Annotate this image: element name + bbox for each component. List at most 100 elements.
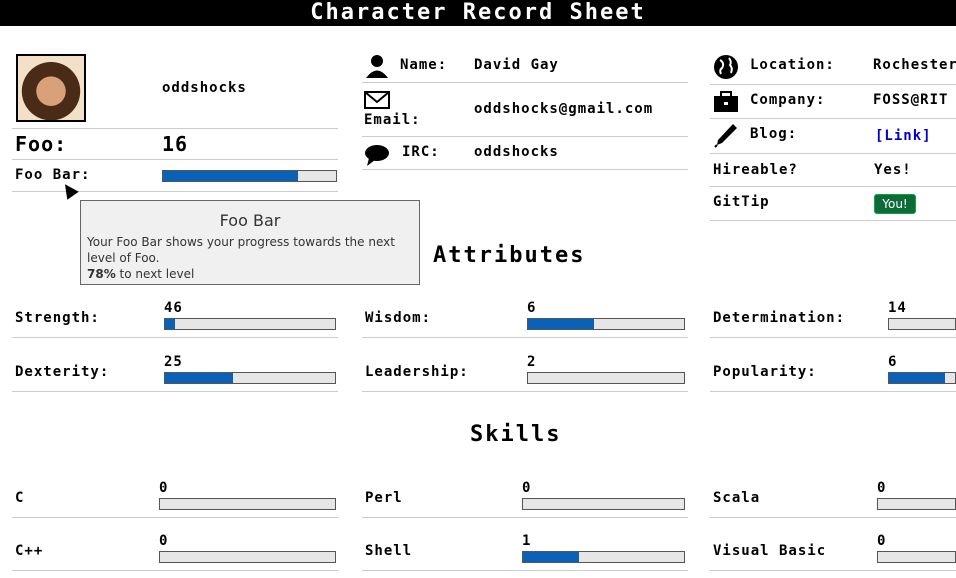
divider <box>362 169 688 170</box>
skills-heading: Skills <box>470 422 562 447</box>
divider <box>710 153 956 154</box>
divider <box>710 517 956 518</box>
divider <box>12 159 338 160</box>
skill-label: C <box>15 490 25 506</box>
divider <box>362 82 688 83</box>
attribute-progress-fill <box>528 319 594 329</box>
avatar[interactable] <box>16 54 86 122</box>
foobar-progress-bar[interactable] <box>162 170 337 182</box>
attribute-progress-bar[interactable] <box>527 318 685 330</box>
divider <box>710 220 956 221</box>
attribute-label: Determination: <box>713 310 846 326</box>
attribute-value: 2 <box>527 354 537 370</box>
skill-progress-bar[interactable] <box>877 498 956 510</box>
tooltip-suffix: to next level <box>115 267 195 281</box>
skill-progress-bar[interactable] <box>159 551 336 563</box>
blog-label: Blog: <box>750 126 798 142</box>
location-value: Rochester <box>873 57 956 73</box>
divider <box>12 391 338 392</box>
attribute-progress-bar[interactable] <box>888 318 956 330</box>
hireable-label: Hireable? <box>713 162 798 178</box>
attribute-label: Leadership: <box>365 364 469 380</box>
location-label: Location: <box>750 57 835 73</box>
divider <box>362 337 688 338</box>
divider <box>710 186 956 187</box>
divider <box>12 128 338 129</box>
attribute-progress-bar[interactable] <box>527 372 685 384</box>
page-title: Character Record Sheet <box>0 0 956 26</box>
divider <box>710 337 956 338</box>
skill-value: 1 <box>522 533 532 549</box>
name-label: Name: <box>400 57 448 73</box>
skill-value: 0 <box>159 533 169 549</box>
person-icon <box>366 55 388 78</box>
attribute-progress-bar[interactable] <box>164 318 336 330</box>
divider <box>362 570 688 571</box>
skill-progress-bar[interactable] <box>877 551 956 563</box>
divider <box>710 570 956 571</box>
attribute-progress-fill <box>165 319 176 329</box>
briefcase-icon <box>714 91 738 112</box>
gittip-button[interactable]: You! <box>874 194 916 214</box>
skill-value: 0 <box>877 480 887 496</box>
chat-bubble-icon <box>365 145 389 166</box>
company-value: FOSS@RIT <box>873 92 949 108</box>
skill-progress-bar[interactable] <box>159 498 336 510</box>
foobar-tooltip: Foo Bar Your Foo Bar shows your progress… <box>80 200 420 285</box>
skill-label: Visual Basic <box>713 543 827 559</box>
blog-link[interactable]: [Link] <box>875 128 932 144</box>
skill-label: Scala <box>713 490 761 506</box>
divider <box>362 391 688 392</box>
attribute-value: 14 <box>888 300 907 316</box>
tooltip-title: Foo Bar <box>219 211 281 230</box>
skill-progress-bar[interactable] <box>522 498 685 510</box>
foobar-label: Foo Bar: <box>15 167 91 183</box>
attribute-progress-bar[interactable] <box>164 372 336 384</box>
divider <box>710 84 956 85</box>
divider <box>362 136 688 137</box>
attribute-progress-fill <box>165 373 233 383</box>
attribute-value: 6 <box>888 354 898 370</box>
skill-value: 0 <box>877 533 887 549</box>
foo-label: Foo: <box>15 132 68 156</box>
skill-value: 0 <box>522 480 532 496</box>
foobar-progress-fill <box>163 171 298 181</box>
attribute-value: 6 <box>527 300 537 316</box>
company-label: Company: <box>750 92 826 108</box>
divider <box>710 391 956 392</box>
skill-value: 0 <box>159 480 169 496</box>
email-label: Email: <box>364 112 421 128</box>
attribute-label: Popularity: <box>713 364 817 380</box>
foo-value: 16 <box>162 132 189 156</box>
email-value[interactable]: oddshocks@gmail.com <box>474 101 653 117</box>
divider <box>12 517 338 518</box>
skill-label: Shell <box>365 543 413 559</box>
gittip-label: GitTip <box>713 194 770 210</box>
skill-progress-bar[interactable] <box>522 551 685 563</box>
attributes-heading: Attributes <box>433 243 586 268</box>
divider <box>710 118 956 119</box>
tooltip-percent: 78% <box>87 267 116 281</box>
attribute-label: Wisdom: <box>365 310 432 326</box>
mouse-cursor-icon <box>59 180 79 200</box>
skill-progress-fill <box>523 552 580 562</box>
attribute-label: Strength: <box>15 310 100 326</box>
tooltip-body: Your Foo Bar shows your progress towards… <box>81 230 419 282</box>
attribute-progress-bar[interactable] <box>888 372 956 384</box>
divider <box>12 337 338 338</box>
pen-icon <box>714 124 737 148</box>
attribute-value: 25 <box>164 354 183 370</box>
attribute-value: 46 <box>164 300 183 316</box>
irc-label: IRC: <box>402 144 440 160</box>
divider <box>362 517 688 518</box>
name-value: David Gay <box>474 57 559 73</box>
skill-label: C++ <box>15 543 44 559</box>
hireable-value: Yes! <box>874 162 912 178</box>
divider <box>12 570 338 571</box>
irc-value: oddshocks <box>474 144 559 160</box>
tooltip-description: Your Foo Bar shows your progress towards… <box>87 235 395 265</box>
attribute-progress-fill <box>889 373 946 383</box>
globe-icon <box>714 55 738 79</box>
skill-label: Perl <box>365 490 403 506</box>
envelope-icon <box>364 91 390 109</box>
